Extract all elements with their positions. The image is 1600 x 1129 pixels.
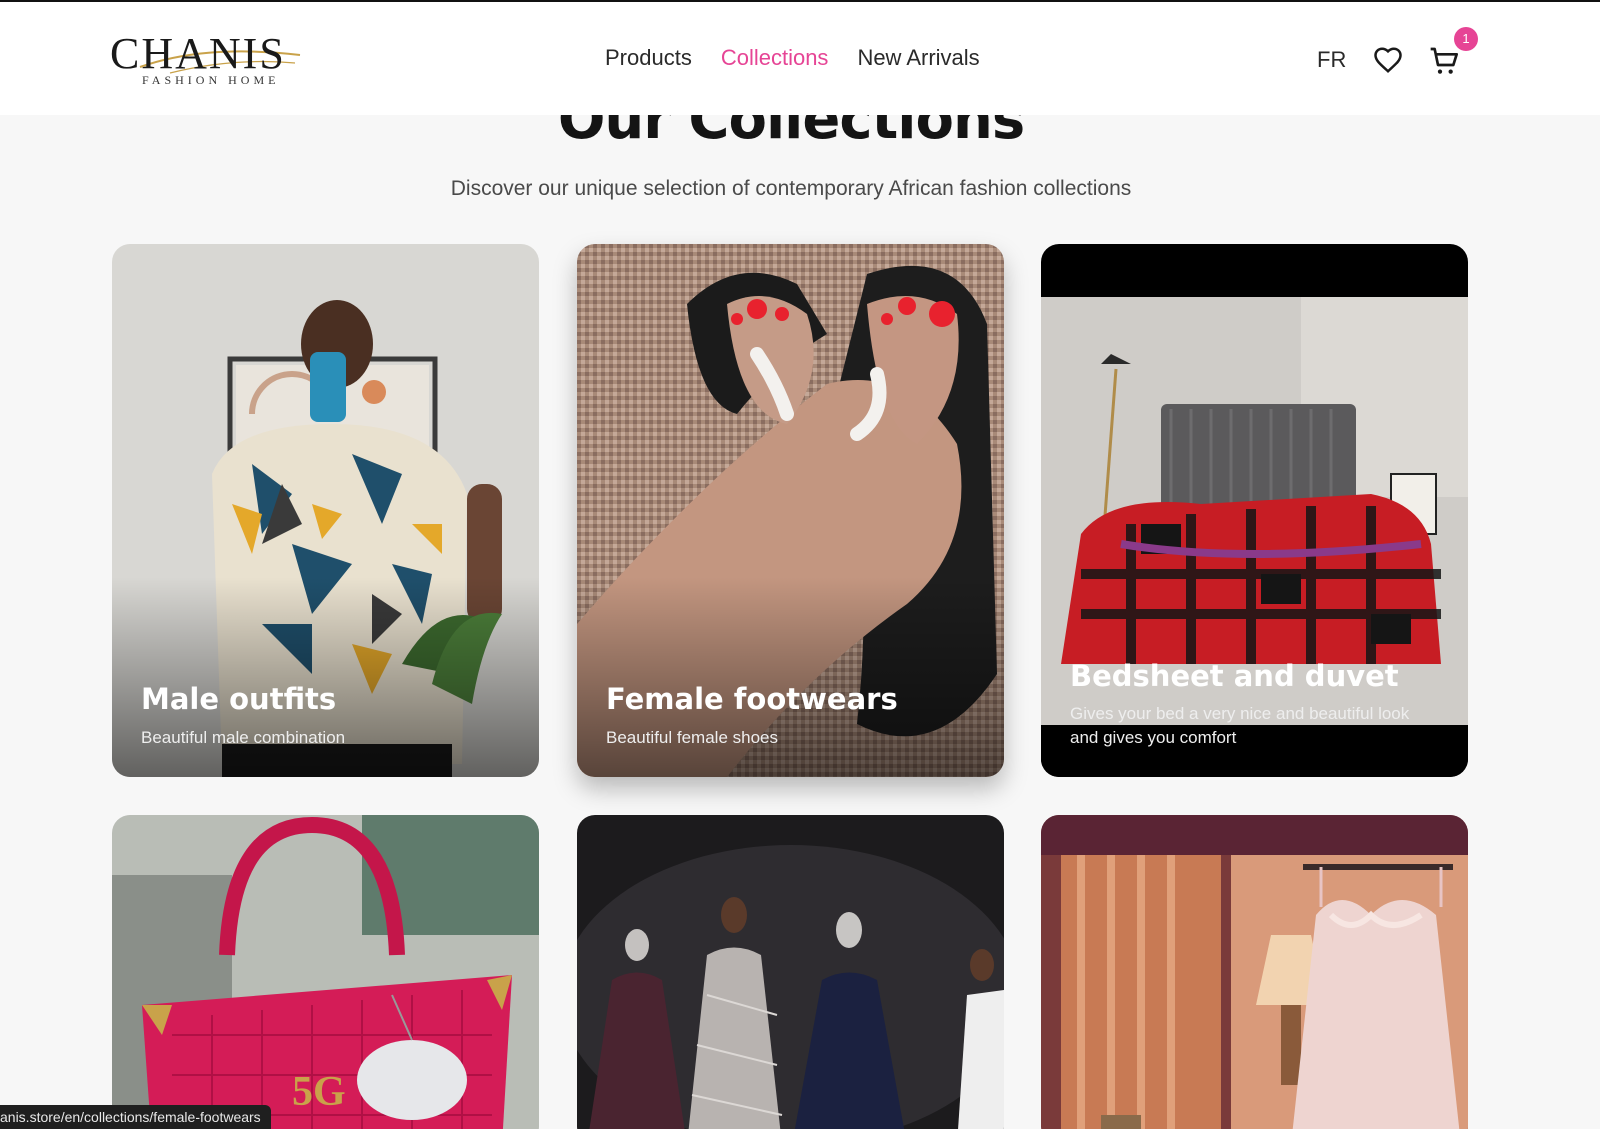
collection-description: Beautiful male combination <box>141 728 346 747</box>
collection-card-bedsheet-duvet[interactable]: Bedsheet and duvet Gives your bed a very… <box>1041 244 1468 777</box>
brand-logo[interactable]: CHANIS FASHION HOME <box>110 29 310 91</box>
cart-count-badge: 1 <box>1454 27 1478 51</box>
logo-tagline: FASHION HOME <box>142 73 280 87</box>
collection-description: Beautiful female shoes <box>606 728 778 747</box>
cart-icon[interactable] <box>1428 45 1460 77</box>
bedsheet-duvet-image <box>1041 244 1468 777</box>
language-toggle[interactable]: FR <box>1317 46 1346 74</box>
nav-collections[interactable]: Collections <box>721 44 829 72</box>
heart-icon[interactable] <box>1373 45 1403 75</box>
collection-title: Bedsheet and duvet <box>1070 659 1399 693</box>
collection-title: Female footwears <box>606 682 898 716</box>
status-bar-url: anis.store/en/collections/female-footwea… <box>0 1105 271 1129</box>
collection-card-bags[interactable]: 5G <box>112 815 539 1129</box>
bags-image: 5G <box>112 815 539 1129</box>
lingerie-image <box>1041 815 1468 1129</box>
collection-description: Gives your bed a very nice and beautiful… <box>1070 704 1410 747</box>
page-subtitle: Discover our unique selection of contemp… <box>450 177 1132 200</box>
nav-products[interactable]: Products <box>605 44 692 72</box>
svg-text:5G: 5G <box>292 1069 346 1115</box>
main-nav: Products Collections New Arrivals <box>605 44 980 72</box>
collection-card-dresses[interactable] <box>577 815 1004 1129</box>
dresses-image <box>577 815 1004 1129</box>
logo-wordmark: CHANIS <box>110 29 286 78</box>
site-header: CHANIS FASHION HOME Products Collections… <box>0 2 1600 115</box>
collection-card-female-footwears[interactable]: Female footwears Beautiful female shoes <box>577 244 1004 777</box>
collection-card-male-outfits[interactable]: Male outfits Beautiful male combination <box>112 244 539 777</box>
collection-card-lingerie[interactable] <box>1041 815 1468 1129</box>
collection-title: Male outfits <box>141 682 337 716</box>
nav-new-arrivals[interactable]: New Arrivals <box>857 44 979 72</box>
